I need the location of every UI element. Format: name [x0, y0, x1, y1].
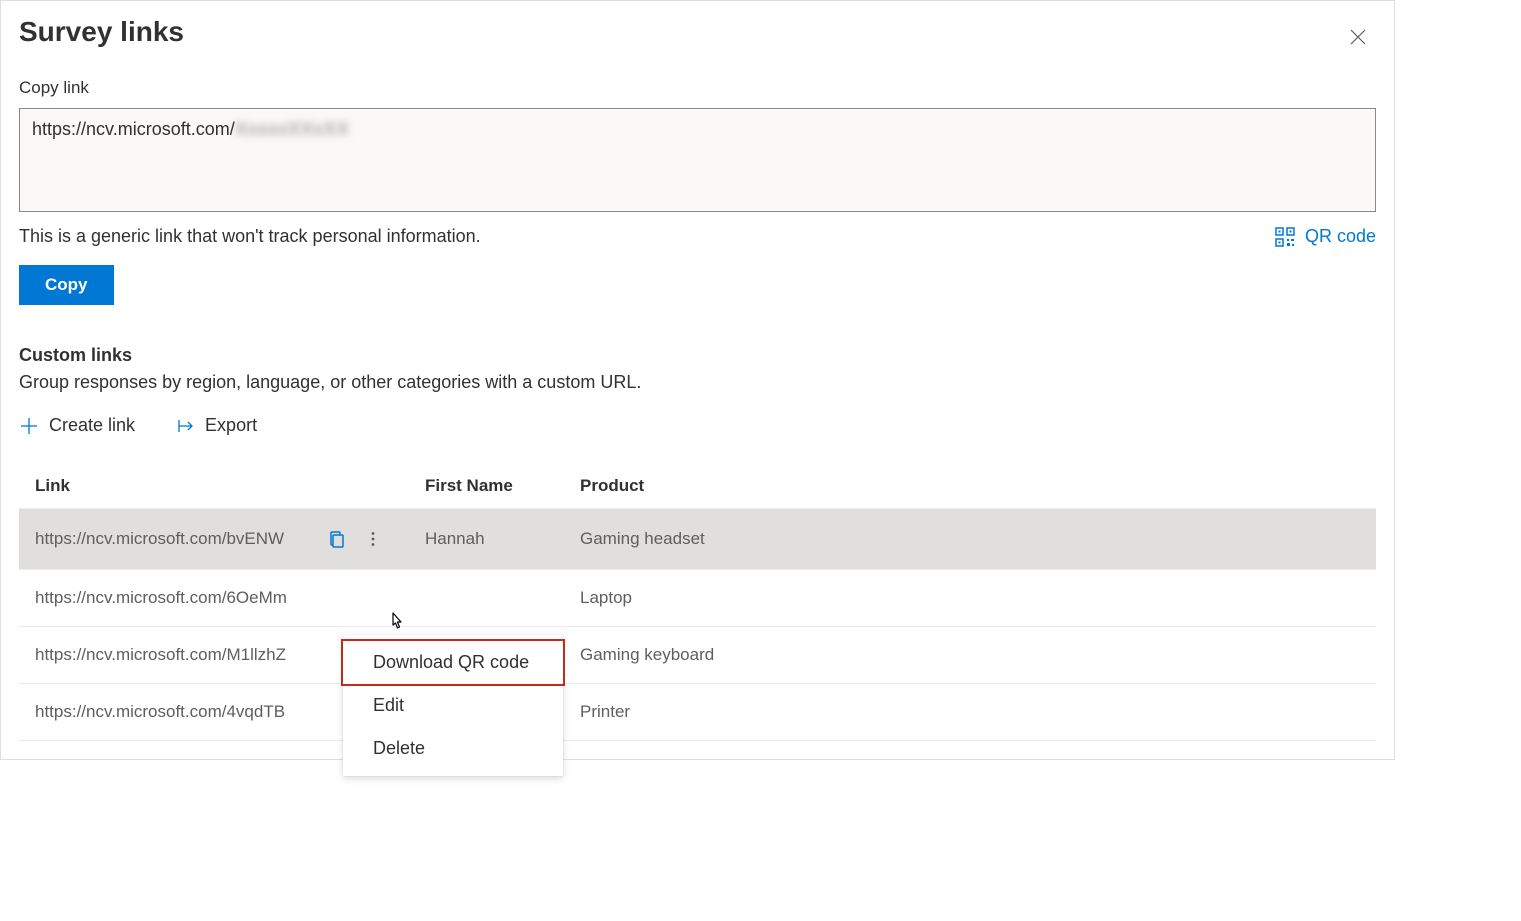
qr-code-label: QR code: [1305, 226, 1376, 247]
more-vertical-icon: [364, 530, 382, 548]
row-product: Laptop: [564, 570, 1376, 627]
export-label: Export: [205, 415, 257, 436]
table-row[interactable]: https://ncv.microsoft.com/4vqdTBGracePri…: [19, 684, 1376, 741]
custom-links-actions: Create link Export: [19, 415, 1376, 436]
create-link-label: Create link: [49, 415, 135, 436]
plus-icon: [19, 416, 39, 436]
custom-links-table: Link First Name Product https://ncv.micr…: [19, 464, 1376, 741]
survey-link-prefix: https://ncv.microsoft.com/: [32, 119, 235, 139]
panel-title: Survey links: [19, 16, 1376, 48]
col-header-product[interactable]: Product: [564, 464, 1376, 509]
row-product: Gaming keyboard: [564, 627, 1376, 684]
close-icon: [1350, 29, 1366, 45]
row-link-text: https://ncv.microsoft.com/bvENW: [35, 529, 313, 549]
row-link-text: https://ncv.microsoft.com/M1llzhZ: [35, 645, 385, 665]
menu-edit[interactable]: Edit: [343, 684, 563, 727]
survey-links-panel: Survey links Copy link https://ncv.micro…: [0, 0, 1395, 760]
custom-links-subtext: Group responses by region, language, or …: [19, 372, 1376, 393]
row-link-text: https://ncv.microsoft.com/4vqdTB: [35, 702, 385, 722]
create-link-button[interactable]: Create link: [19, 415, 135, 436]
row-first-name: Hannah: [409, 509, 564, 570]
qr-code-button[interactable]: QR code: [1275, 226, 1376, 247]
row-more-button[interactable]: [361, 527, 385, 551]
export-icon: [175, 416, 195, 436]
close-button[interactable]: [1342, 21, 1374, 53]
info-row: This is a generic link that won't track …: [19, 226, 1376, 247]
custom-links-header: Custom links: [19, 345, 1376, 366]
survey-link-obfuscated: XxxxxXXxXX: [235, 119, 350, 139]
table-row[interactable]: https://ncv.microsoft.com/6OeMm Laptop: [19, 570, 1376, 627]
copy-icon: [328, 530, 346, 548]
survey-link-input[interactable]: https://ncv.microsoft.com/XxxxxXXxXX: [19, 108, 1376, 212]
generic-link-info: This is a generic link that won't track …: [19, 226, 481, 247]
row-product: Gaming headset: [564, 509, 1376, 570]
copy-button[interactable]: Copy: [19, 265, 114, 305]
row-context-menu: Download QR code Edit Delete: [343, 635, 563, 776]
table-row[interactable]: https://ncv.microsoft.com/bvENW HannahGam…: [19, 509, 1376, 570]
row-product: Printer: [564, 684, 1376, 741]
export-button[interactable]: Export: [175, 415, 257, 436]
table-row[interactable]: https://ncv.microsoft.com/M1llzhZ Gaming …: [19, 627, 1376, 684]
menu-download-qr[interactable]: Download QR code: [341, 639, 565, 686]
col-header-link[interactable]: Link: [19, 464, 409, 509]
menu-delete[interactable]: Delete: [343, 727, 563, 770]
row-copy-button[interactable]: [325, 527, 349, 551]
col-header-first-name[interactable]: First Name: [409, 464, 564, 509]
row-link-text: https://ncv.microsoft.com/6OeMm: [35, 588, 385, 608]
qr-code-icon: [1275, 227, 1295, 247]
row-first-name: [409, 570, 564, 627]
copy-link-label: Copy link: [19, 78, 1376, 98]
